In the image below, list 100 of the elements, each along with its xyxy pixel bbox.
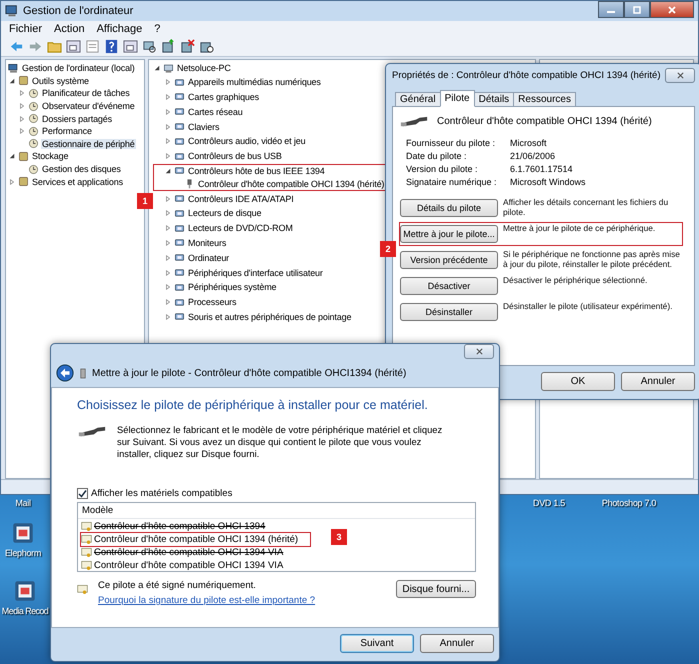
action-description: Si le périphérique ne fonctionne pas après mise à jour du pilote, réinstaller le pilote précédent. [503,249,681,269]
expander-icon[interactable] [9,78,15,84]
tree-item[interactable]: Appareils multimédias numériques [187,77,322,88]
tree-item[interactable]: Cartes graphiques [187,92,260,102]
list-item[interactable]: Contrôleur d'hôte compatible OHCI 1394 VIA [80,545,311,559]
tree-item[interactable]: Contrôleur d'hôte compatible OHCI 1394 (hérité) [197,178,386,189]
tab[interactable]: Pilote [440,90,475,107]
device-icon [174,296,185,308]
scan-icon[interactable] [142,38,157,54]
expander-icon[interactable] [9,153,15,160]
tree-item[interactable]: Stockage [31,151,70,162]
menu-item[interactable]: ? [154,22,160,34]
driver-action-button[interactable]: Mettre à jour le pilote... [400,225,498,243]
minimize-icon [607,11,615,13]
device-icon [174,267,185,278]
driver-action-button[interactable]: Désactiver [400,277,498,295]
device-icon [80,368,86,378]
tree-item[interactable]: Contrôleurs IDE ATA/ATAPI [187,194,295,204]
computer-icon [8,62,19,74]
device-icon [174,106,185,118]
tool-icon [18,176,29,188]
desktop-icon-label[interactable]: Mail [15,498,31,508]
tree-item[interactable]: Contrôleurs audio, vidéo et jeu [187,136,306,146]
desktop-icon-label[interactable]: Media Recod [2,606,48,616]
close-icon [476,348,482,355]
desktop-icon-label[interactable]: DVD 1.5 [533,498,565,508]
close-button[interactable] [464,344,494,359]
tree-item[interactable]: Lecteurs de disque [187,208,262,218]
device-icon [174,311,185,322]
dialog-button[interactable]: OK [541,372,615,391]
minimize-button[interactable] [598,1,624,18]
tool-icon [28,164,39,175]
close-button[interactable] [650,1,694,18]
signature-link[interactable]: Pourquoi la signature du pilote est-elle importante ? [98,595,316,606]
list-item[interactable]: Contrôleur d'hôte compatible OHCI 1394 (hérité) [80,532,311,547]
panel-icon[interactable] [123,38,138,54]
tree-item[interactable]: Claviers [187,122,220,132]
maximize-button[interactable] [624,1,650,18]
tree-item[interactable]: Dossiers partagés [41,114,113,124]
tree-item[interactable]: Lecteurs de DVD/CD-ROM [187,223,294,234]
tab[interactable]: Général [395,92,441,107]
dialog-button[interactable]: Annuler [621,372,695,391]
tree-item[interactable]: Processeurs [187,297,238,308]
checkbox-label[interactable]: Afficher les matériels compatibles [91,488,232,499]
certificate-icon [81,520,92,532]
tree-item[interactable]: Gestion de l'ordinateur (local) [21,63,136,74]
panel-icon[interactable] [66,38,81,54]
tree-item[interactable]: Cartes réseau [187,106,244,117]
desktop-icon-label[interactable]: Photoshop 7.0 [602,498,656,508]
tree-item[interactable]: Performance [41,126,93,136]
tree-item[interactable]: Contrôleurs hôte de bus IEEE 1394 [187,166,326,176]
list-icon[interactable] [85,38,100,54]
expander-icon[interactable] [165,168,171,174]
help-icon[interactable] [104,38,119,54]
tab[interactable]: Ressources [513,92,576,107]
close-button[interactable] [665,68,695,82]
menu-item[interactable]: Affichage [96,22,142,34]
expander-icon[interactable] [154,65,160,72]
driver-action-button[interactable]: Désinstaller [400,303,498,321]
device-icon [174,282,185,293]
have-disk-button[interactable]: Disque fourni... [396,580,476,598]
computer-icon [163,62,174,74]
close-icon [667,4,677,14]
tree-item[interactable]: Observateur d'événeme [41,101,136,112]
info-label: Signataire numérique : [406,177,498,187]
action-description: Afficher les détails concernant les fichiers du pilote. [503,197,670,217]
tree-item[interactable]: Services et applications [31,176,124,187]
menu-item[interactable]: Fichier [9,22,42,34]
dialog-button[interactable]: Annuler [420,634,494,653]
tree-item[interactable]: Gestionnaire de périphé [41,138,136,149]
menu-item[interactable]: Action [54,22,85,34]
info-value: Microsoft Windows [510,177,587,187]
tree-item[interactable]: Planificateur de tâches [41,88,131,98]
remove-icon[interactable] [180,38,195,54]
tree-item[interactable]: Souris et autres périphériques de pointage [187,312,352,322]
update-icon[interactable] [161,38,176,54]
tool-icon [28,126,39,137]
driver-action-button[interactable]: Détails du pilote [400,199,498,217]
dialog-button[interactable]: Suivant [340,634,414,653]
tree-item[interactable]: Netsoluce-PC [176,63,232,74]
column-header[interactable]: Modèle [78,503,475,519]
cable-plug-icon [77,424,107,439]
list-item[interactable]: Contrôleur d'hôte compatible OHCI 1394 [80,519,311,533]
list-item[interactable]: Contrôleur d'hôte compatible OHCI 1394 VIA [80,558,311,572]
tree-item[interactable]: Moniteurs [187,238,228,248]
certificate-icon [81,534,92,545]
tree-item[interactable]: Périphériques système [187,282,278,292]
checkbox[interactable] [77,488,88,499]
wizard-heading: Choisissez le pilote de périphérique à installer pour ce matériel. [77,398,429,412]
driver-action-button[interactable]: Version précédente [400,251,498,269]
device-icon [174,222,185,234]
device-icon [174,150,185,162]
tree-item[interactable]: Ordinateur [187,252,230,263]
tree-item[interactable]: Gestion des disques [41,164,122,174]
tree-item[interactable]: Contrôleurs de bus USB [187,151,283,162]
info-label: Version du pilote : [406,164,479,174]
computer-icon [5,4,19,18]
action-description: Désinstaller le pilote (utilisateur expérimenté). [503,301,672,311]
tree-item[interactable]: Périphériques d'interface utilisateur [187,268,324,278]
tree-item[interactable]: Outils système [31,76,90,86]
